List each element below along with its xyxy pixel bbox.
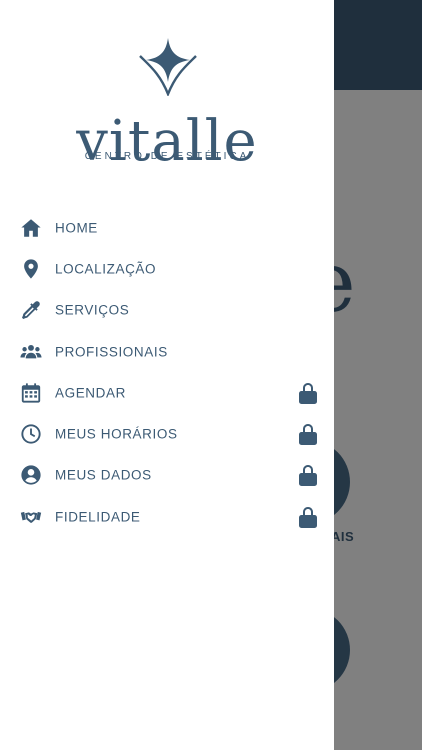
menu-item-profissionais[interactable]: PROFISSIONAIS [0, 331, 334, 372]
clock-icon [19, 422, 43, 446]
menu-item-agendar[interactable]: AGENDAR [0, 372, 334, 413]
menu-item-label: MEUS DADOS [55, 467, 152, 483]
menu-item-servicos[interactable]: SERVIÇOS [0, 290, 334, 331]
users-icon [19, 340, 43, 364]
lock-icon [297, 422, 319, 446]
calendar-icon [19, 381, 43, 405]
menu-item-label: AGENDAR [55, 385, 126, 401]
star-logo-icon [139, 38, 197, 96]
user-circle-icon [19, 463, 43, 487]
navigation-drawer: vitalle CENTRO DE ESTÉTICA HOME LOCALIZA… [0, 0, 334, 750]
menu-item-meus-horarios[interactable]: MEUS HORÁRIOS [0, 413, 334, 454]
menu-item-localizacao[interactable]: LOCALIZAÇÃO [0, 248, 334, 289]
menu-item-home[interactable]: HOME [0, 207, 334, 248]
eyedropper-icon [19, 298, 43, 322]
menu-item-label: LOCALIZAÇÃO [55, 261, 157, 277]
menu-item-label: FIDELIDADE [55, 509, 141, 525]
menu-item-label: PROFISSIONAIS [55, 344, 168, 360]
lock-icon [297, 381, 319, 405]
menu-item-meus-dados[interactable]: MEUS DADOS [0, 455, 334, 496]
brand-tagline: CENTRO DE ESTÉTICA [84, 151, 250, 162]
handshake-icon [19, 505, 43, 529]
home-icon [19, 216, 43, 240]
menu-item-label: MEUS HORÁRIOS [55, 426, 178, 442]
drawer-menu: HOME LOCALIZAÇÃO SERVIÇOS PROFISSIONAIS [0, 207, 334, 537]
brand-logo: vitalle CENTRO DE ESTÉTICA [0, 30, 334, 170]
lock-icon [297, 463, 319, 487]
menu-item-fidelidade[interactable]: FIDELIDADE [0, 496, 334, 537]
background-button-label: AIS [331, 529, 355, 544]
lock-icon [297, 505, 319, 529]
location-pin-icon [19, 257, 43, 281]
menu-item-label: HOME [55, 220, 98, 236]
menu-item-label: SERVIÇOS [55, 302, 130, 318]
